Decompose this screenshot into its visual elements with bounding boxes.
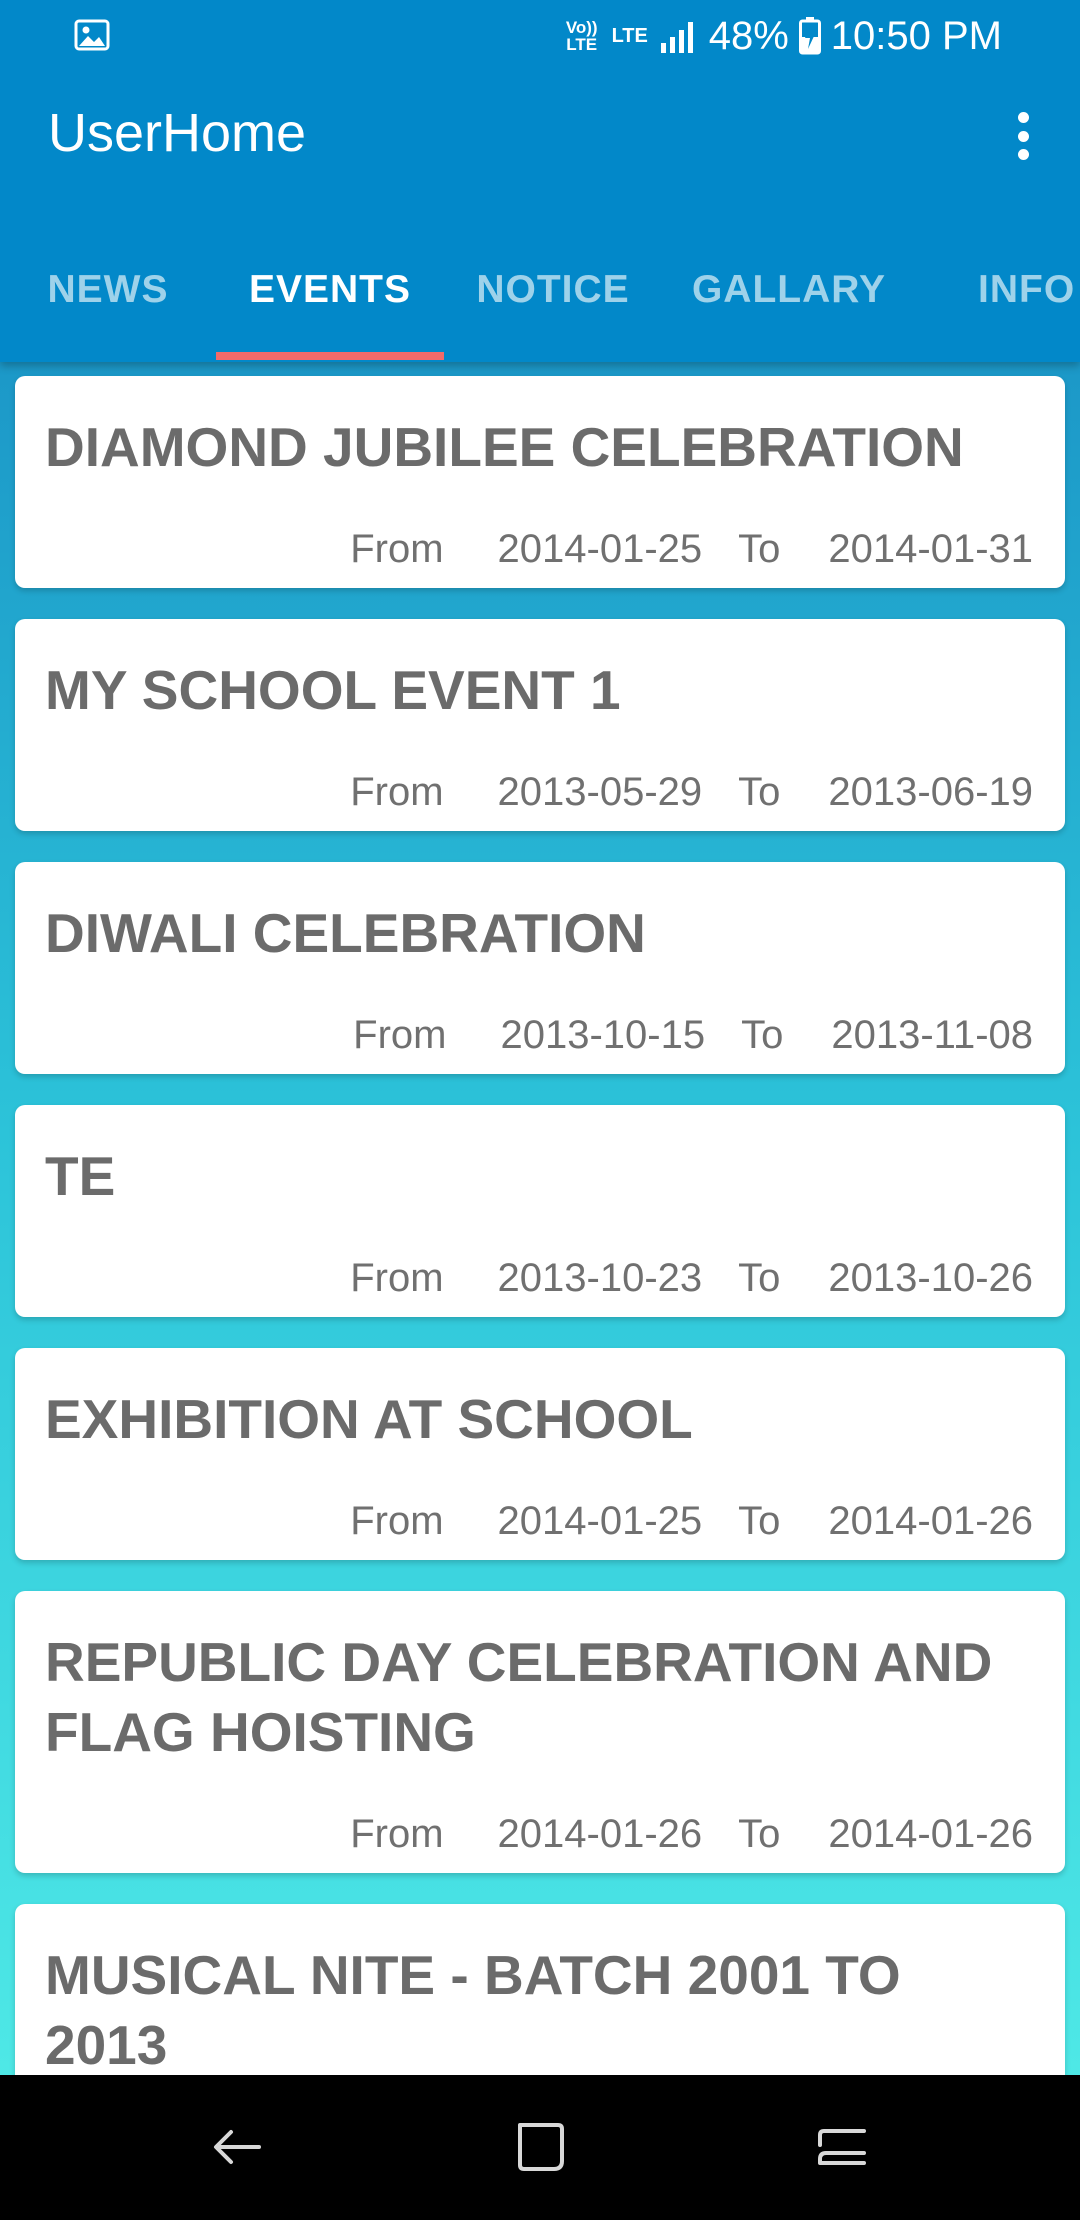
- tab-events[interactable]: EVENTS: [216, 236, 444, 362]
- event-title: MY SCHOOL EVENT 1: [45, 659, 621, 721]
- tab-notice[interactable]: NOTICE: [444, 236, 662, 362]
- app-title: UserHome: [48, 103, 307, 163]
- from-date: 2013-05-29: [497, 770, 703, 814]
- lte-indicator: LTE: [611, 25, 648, 47]
- back-icon[interactable]: [207, 2117, 267, 2177]
- event-title: TE: [45, 1145, 116, 1207]
- to-date: 2013-06-19: [828, 770, 1033, 814]
- overflow-menu-icon[interactable]: [1008, 106, 1038, 166]
- event-card[interactable]: REPUBLIC DAY CELEBRATION AND FLAG HOISTI…: [15, 1591, 1065, 1873]
- battery-percent: 48%: [708, 13, 789, 58]
- event-dates: From 2013-10-15 To 2013-11-08: [353, 1013, 1033, 1058]
- recents-icon[interactable]: [812, 2117, 872, 2177]
- from-label: From: [350, 1812, 444, 1856]
- to-label: To: [741, 1013, 784, 1057]
- from-date: 2013-10-23: [497, 1256, 703, 1300]
- event-card[interactable]: MUSICAL NITE - BATCH 2001 TO 2013: [15, 1904, 1065, 2075]
- event-title: MUSICAL NITE - BATCH 2001 TO 2013: [45, 1944, 901, 2075]
- status-bar: Vo)) LTE LTE 48% 10:50 PM: [0, 0, 1080, 72]
- top-bar: Vo)) LTE LTE 48% 10:50 PM UserHome NEWS …: [0, 0, 1080, 362]
- event-card[interactable]: MY SCHOOL EVENT 1 From 2013-05-29 To 201…: [15, 619, 1065, 831]
- from-label: From: [350, 527, 444, 571]
- to-date: 2014-01-26: [828, 1812, 1033, 1856]
- event-title: DIWALI CELEBRATION: [45, 902, 646, 964]
- event-card[interactable]: TE From 2013-10-23 To 2013-10-26: [15, 1105, 1065, 1317]
- event-dates: From 2013-05-29 To 2013-06-19: [350, 770, 1033, 815]
- from-date: 2014-01-26: [497, 1812, 703, 1856]
- app-bar: UserHome: [0, 72, 1080, 198]
- home-icon[interactable]: [510, 2117, 570, 2177]
- event-dates: From 2014-01-25 To 2014-01-26: [350, 1499, 1033, 1544]
- events-list[interactable]: DIAMOND JUBILEE CELEBRATION From 2014-01…: [0, 362, 1080, 2075]
- event-dates: From 2014-01-25 To 2014-01-31: [350, 527, 1033, 572]
- to-date: 2014-01-31: [828, 527, 1033, 571]
- to-date: 2013-11-08: [831, 1013, 1033, 1057]
- event-dates: From 2013-10-23 To 2013-10-26: [350, 1256, 1033, 1301]
- event-dates: From 2014-01-26 To 2014-01-26: [350, 1812, 1033, 1857]
- event-title: EXHIBITION AT SCHOOL: [45, 1388, 693, 1450]
- tab-info[interactable]: INFO: [916, 236, 1080, 362]
- event-title: DIAMOND JUBILEE CELEBRATION: [45, 416, 964, 478]
- tab-news[interactable]: NEWS: [0, 236, 216, 362]
- from-date: 2013-10-15: [500, 1013, 706, 1057]
- to-label: To: [738, 1812, 781, 1856]
- tab-gallary[interactable]: GALLARY: [662, 236, 916, 362]
- event-card[interactable]: DIAMOND JUBILEE CELEBRATION From 2014-01…: [15, 376, 1065, 588]
- tab-bar: NEWS EVENTS NOTICE GALLARY INFO: [0, 236, 1080, 362]
- from-label: From: [350, 1499, 444, 1543]
- from-date: 2014-01-25: [497, 527, 703, 571]
- battery-charging-icon: [798, 17, 821, 55]
- to-label: To: [738, 1256, 781, 1300]
- signal-icon: [660, 22, 693, 53]
- to-label: To: [738, 1499, 781, 1543]
- to-label: To: [738, 770, 781, 814]
- from-label: From: [350, 1256, 444, 1300]
- clock: 10:50 PM: [830, 13, 1002, 58]
- to-label: To: [738, 527, 781, 571]
- event-card[interactable]: EXHIBITION AT SCHOOL From 2014-01-25 To …: [15, 1348, 1065, 1560]
- event-title: REPUBLIC DAY CELEBRATION AND FLAG HOISTI…: [45, 1631, 993, 1763]
- event-card[interactable]: DIWALI CELEBRATION From 2013-10-15 To 20…: [15, 862, 1065, 1074]
- status-right: Vo)) LTE LTE 48% 10:50 PM: [563, 12, 1002, 60]
- tab-indicator: [216, 352, 444, 360]
- from-date: 2014-01-25: [497, 1499, 703, 1543]
- from-label: From: [353, 1013, 447, 1057]
- from-label: From: [350, 770, 444, 814]
- navigation-bar: [0, 2075, 1080, 2220]
- gallery-icon: [74, 19, 110, 51]
- volte-indicator: Vo)) LTE: [565, 18, 598, 54]
- to-date: 2014-01-26: [828, 1499, 1033, 1543]
- to-date: 2013-10-26: [828, 1256, 1033, 1300]
